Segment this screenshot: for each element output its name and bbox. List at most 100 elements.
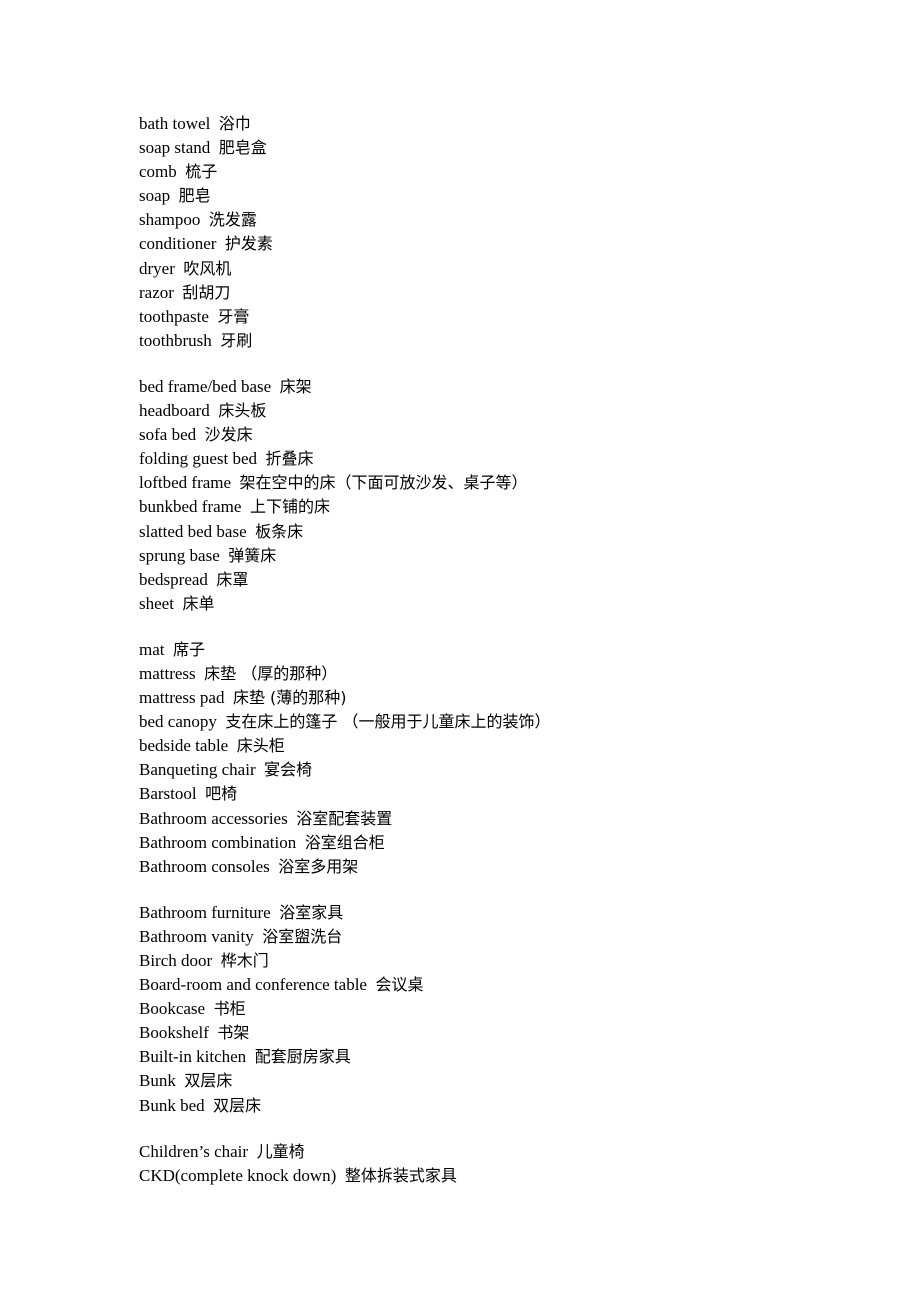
english-term: loftbed frame [139, 473, 232, 493]
vocabulary-entry: shampoo 洗发露 [139, 208, 879, 232]
term-separator [288, 809, 297, 828]
chinese-translation: 沙发床 [204, 425, 253, 445]
english-term: comb [139, 162, 177, 182]
vocabulary-entry: sheet 床单 [139, 592, 879, 616]
vocabulary-entry: bed frame/bed base 床架 [139, 375, 879, 399]
english-term: sheet [139, 593, 174, 613]
chinese-translation: 床罩 [216, 569, 249, 589]
term-separator [200, 210, 209, 229]
chinese-translation: 床头柜 [236, 736, 285, 756]
chinese-translation: 架在空中的床（下面可放沙发、桌子等） [239, 473, 528, 493]
english-term: headboard [139, 401, 210, 421]
vocabulary-group: Children’s chair 儿童椅 CKD(complete knock d… [139, 1140, 879, 1188]
english-term: mat [139, 639, 165, 659]
chinese-translation: 浴室多用架 [278, 856, 359, 876]
chinese-translation: 书架 [217, 1023, 250, 1043]
vocabulary-entry: mattress pad 床垫 (薄的那种) [139, 686, 879, 710]
vocabulary-entry: Built-in kitchen 配套厨房家具 [139, 1045, 879, 1069]
vocabulary-entry: soap 肥皂 [139, 184, 879, 208]
english-term: conditioner [139, 234, 217, 254]
english-term: Bathroom accessories [139, 808, 288, 828]
chinese-translation: 浴巾 [218, 114, 251, 133]
term-separator [177, 162, 186, 181]
vocabulary-entry: Bookcase 书柜 [139, 997, 879, 1021]
chinese-translation: 床垫 (薄的那种) [232, 688, 347, 708]
english-term: bed canopy [139, 712, 217, 732]
chinese-translation: 弹簧床 [228, 545, 277, 565]
english-term: bunkbed frame [139, 497, 242, 517]
english-term: mattress pad [139, 688, 225, 708]
vocabulary-entry: toothbrush 牙刷 [139, 329, 879, 353]
vocabulary-entry: Banqueting chair 宴会椅 [139, 758, 879, 782]
chinese-translation: 席子 [173, 639, 206, 659]
chinese-translation: 书柜 [213, 999, 246, 1019]
vocabulary-entry: bath towel 浴巾 [139, 112, 879, 136]
term-separator [170, 186, 179, 205]
chinese-translation: 宴会椅 [264, 760, 313, 780]
term-separator [247, 522, 256, 541]
english-term: Bunk bed [139, 1095, 205, 1115]
chinese-translation: 床架 [279, 376, 312, 396]
vocabulary-entry: Bunk bed 双层床 [139, 1094, 879, 1118]
term-separator [197, 784, 206, 803]
chinese-translation: 儿童椅 [256, 1141, 305, 1161]
english-term: Banqueting chair [139, 760, 256, 780]
english-term: sofa bed [139, 425, 197, 445]
chinese-translation: 肥皂盒 [218, 138, 267, 158]
term-separator [256, 760, 265, 779]
english-term: razor [139, 282, 174, 302]
vocabulary-entry: bedspread 床罩 [139, 568, 879, 592]
term-separator [248, 1142, 257, 1161]
vocabulary-entry: headboard 床头板 [139, 399, 879, 423]
chinese-translation: 上下铺的床 [249, 497, 330, 517]
vocabulary-entry: razor 刮胡刀 [139, 281, 879, 305]
vocabulary-entry: Bathroom accessories 浴室配套装置 [139, 807, 879, 831]
chinese-translation: 桦木门 [220, 951, 269, 970]
vocabulary-entry: bunkbed frame 上下铺的床 [139, 495, 879, 519]
vocabulary-group: bed frame/bed base 床架 headboard 床头板 sofa b… [139, 375, 879, 616]
vocabulary-entry: slatted bed base 板条床 [139, 520, 879, 544]
english-term: soap [139, 186, 171, 206]
vocabulary-entry: mat 席子 [139, 638, 879, 662]
term-separator [210, 138, 219, 157]
vocabulary-entry: bed canopy 支在床上的篷子 （一般用于儿童床上的装饰） [139, 710, 879, 734]
vocabulary-entry: dryer 吹风机 [139, 257, 879, 281]
term-separator [205, 999, 214, 1018]
vocabulary-entry: Barstool 吧椅 [139, 782, 879, 806]
english-term: bath towel [139, 114, 211, 133]
vocabulary-entry: conditioner 护发素 [139, 232, 879, 256]
chinese-translation: 浴室组合柜 [304, 832, 385, 852]
vocabulary-entry: Birch door 桦木门 [139, 949, 879, 973]
english-term: Children’s chair [139, 1141, 249, 1161]
term-separator [336, 1166, 345, 1185]
english-term: bedside table [139, 736, 229, 756]
vocabulary-entry: mattress 床垫 （厚的那种） [139, 662, 879, 686]
vocabulary-entry: Bathroom vanity 浴室盥洗台 [139, 925, 879, 949]
chinese-translation: 支在床上的篷子 （一般用于儿童床上的装饰） [225, 712, 551, 732]
term-separator [205, 1096, 214, 1115]
english-term: Bookshelf [139, 1023, 209, 1043]
chinese-translation: 双层床 [213, 1095, 262, 1115]
english-term: sprung base [139, 545, 220, 565]
vocabulary-entry: comb 梳子 [139, 160, 879, 184]
chinese-translation: 板条床 [255, 521, 304, 541]
chinese-translation: 床垫 （厚的那种） [204, 663, 338, 683]
vocabulary-entry: loftbed frame 架在空中的床（下面可放沙发、桌子等） [139, 471, 879, 495]
vocabulary-entry: Bathroom combination 浴室组合柜 [139, 831, 879, 855]
term-separator [271, 377, 280, 396]
chinese-translation: 浴室盥洗台 [262, 926, 343, 946]
english-term: Bathroom combination [139, 832, 297, 852]
english-term: Built-in kitchen [139, 1047, 247, 1067]
vocabulary-group: bath towel 浴巾 soap stand 肥皂盒 comb 梳子 soap 肥… [139, 112, 879, 353]
vocabulary-entry: toothpaste 牙膏 [139, 305, 879, 329]
chinese-translation: 肥皂 [178, 186, 211, 206]
vocabulary-entry: CKD(complete knock down) 整体拆装式家具 [139, 1164, 879, 1188]
chinese-translation: 吧椅 [205, 784, 238, 804]
vocabulary-entry: Board-room and conference table 会议桌 [139, 973, 879, 997]
english-term: folding guest bed [139, 449, 258, 469]
english-term: Bathroom furniture [139, 902, 271, 922]
term-separator [224, 688, 233, 707]
chinese-translation: 整体拆装式家具 [344, 1165, 457, 1185]
english-term: toothpaste [139, 306, 209, 326]
vocabulary-entry: folding guest bed 折叠床 [139, 447, 879, 471]
